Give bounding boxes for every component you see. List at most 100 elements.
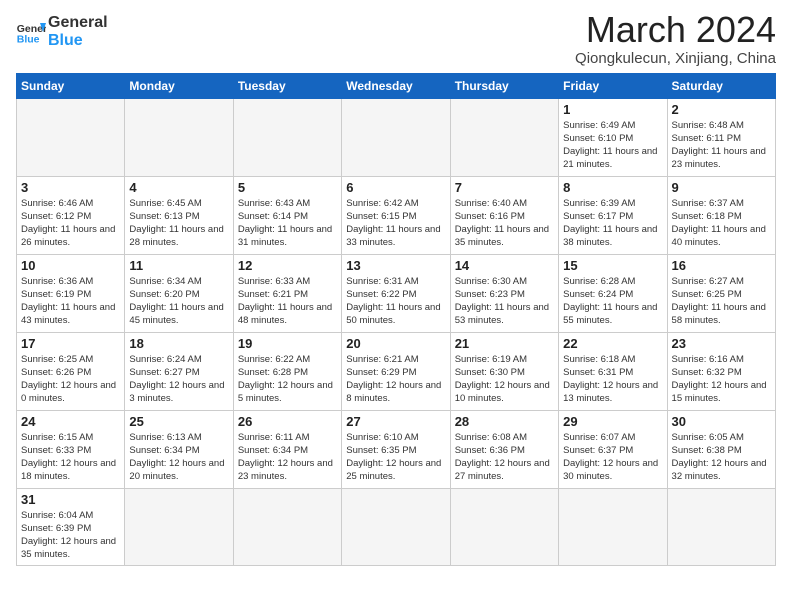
calendar-cell: 1 Sunrise: 6:49 AM Sunset: 6:10 PM Daylig… bbox=[559, 98, 667, 176]
day-info: Sunrise: 6:46 AM Sunset: 6:12 PM Dayligh… bbox=[21, 197, 120, 250]
weekday-header: Saturday bbox=[667, 73, 775, 98]
day-number: 21 bbox=[455, 336, 554, 351]
day-info: Sunrise: 6:48 AM Sunset: 6:11 PM Dayligh… bbox=[672, 119, 771, 172]
calendar-cell: 14 Sunrise: 6:30 AM Sunset: 6:23 PM Dayli… bbox=[450, 254, 558, 332]
calendar-cell bbox=[233, 488, 341, 565]
calendar-cell: 22Sunrise: 6:18 AM Sunset: 6:31 PM Dayli… bbox=[559, 332, 667, 410]
calendar-cell: 8 Sunrise: 6:39 AM Sunset: 6:17 PM Daylig… bbox=[559, 176, 667, 254]
day-number: 11 bbox=[129, 258, 228, 273]
calendar-cell bbox=[450, 488, 558, 565]
calendar-cell: 3 Sunrise: 6:46 AM Sunset: 6:12 PM Daylig… bbox=[17, 176, 125, 254]
day-info: Sunrise: 6:36 AM Sunset: 6:19 PM Dayligh… bbox=[21, 275, 120, 328]
day-number: 4 bbox=[129, 180, 228, 195]
calendar-cell bbox=[125, 488, 233, 565]
month-title: March 2024 bbox=[575, 10, 776, 50]
day-info: Sunrise: 6:45 AM Sunset: 6:13 PM Dayligh… bbox=[129, 197, 228, 250]
day-info: Sunrise: 6:15 AM Sunset: 6:33 PM Dayligh… bbox=[21, 431, 120, 484]
calendar-cell: 7Sunrise: 6:40 AM Sunset: 6:16 PM Daylig… bbox=[450, 176, 558, 254]
day-number: 19 bbox=[238, 336, 337, 351]
day-info: Sunrise: 6:33 AM Sunset: 6:21 PM Dayligh… bbox=[238, 275, 337, 328]
calendar-cell: 13Sunrise: 6:31 AM Sunset: 6:22 PM Dayli… bbox=[342, 254, 450, 332]
day-info: Sunrise: 6:07 AM Sunset: 6:37 PM Dayligh… bbox=[563, 431, 662, 484]
weekday-header: Wednesday bbox=[342, 73, 450, 98]
day-number: 20 bbox=[346, 336, 445, 351]
day-number: 8 bbox=[563, 180, 662, 195]
day-info: Sunrise: 6:42 AM Sunset: 6:15 PM Dayligh… bbox=[346, 197, 445, 250]
day-number: 13 bbox=[346, 258, 445, 273]
calendar-cell: 19 Sunrise: 6:22 AM Sunset: 6:28 PM Dayli… bbox=[233, 332, 341, 410]
day-info: Sunrise: 6:40 AM Sunset: 6:16 PM Dayligh… bbox=[455, 197, 554, 250]
day-info: Sunrise: 6:27 AM Sunset: 6:25 PM Dayligh… bbox=[672, 275, 771, 328]
day-info: Sunrise: 6:22 AM Sunset: 6:28 PM Dayligh… bbox=[238, 353, 337, 406]
day-number: 31 bbox=[21, 492, 120, 507]
weekday-header: Sunday bbox=[17, 73, 125, 98]
day-info: Sunrise: 6:25 AM Sunset: 6:26 PM Dayligh… bbox=[21, 353, 120, 406]
location: Qiongkulecun, Xinjiang, China bbox=[575, 50, 776, 67]
day-info: Sunrise: 6:05 AM Sunset: 6:38 PM Dayligh… bbox=[672, 431, 771, 484]
calendar-cell: 23 Sunrise: 6:16 AM Sunset: 6:32 PM Dayli… bbox=[667, 332, 775, 410]
day-info: Sunrise: 6:08 AM Sunset: 6:36 PM Dayligh… bbox=[455, 431, 554, 484]
calendar-cell: 10 Sunrise: 6:36 AM Sunset: 6:19 PM Dayli… bbox=[17, 254, 125, 332]
day-number: 5 bbox=[238, 180, 337, 195]
calendar-cell: 29 Sunrise: 6:07 AM Sunset: 6:37 PM Dayli… bbox=[559, 410, 667, 488]
day-number: 9 bbox=[672, 180, 771, 195]
calendar-cell: 31Sunrise: 6:04 AM Sunset: 6:39 PM Dayli… bbox=[17, 488, 125, 565]
calendar-cell: 27Sunrise: 6:10 AM Sunset: 6:35 PM Dayli… bbox=[342, 410, 450, 488]
weekday-header: Tuesday bbox=[233, 73, 341, 98]
calendar-cell: 25 Sunrise: 6:13 AM Sunset: 6:34 PM Dayli… bbox=[125, 410, 233, 488]
day-info: Sunrise: 6:10 AM Sunset: 6:35 PM Dayligh… bbox=[346, 431, 445, 484]
day-number: 25 bbox=[129, 414, 228, 429]
day-info: Sunrise: 6:43 AM Sunset: 6:14 PM Dayligh… bbox=[238, 197, 337, 250]
calendar-cell bbox=[342, 488, 450, 565]
day-info: Sunrise: 6:34 AM Sunset: 6:20 PM Dayligh… bbox=[129, 275, 228, 328]
day-info: Sunrise: 6:11 AM Sunset: 6:34 PM Dayligh… bbox=[238, 431, 337, 484]
calendar-cell: 4 Sunrise: 6:45 AM Sunset: 6:13 PM Daylig… bbox=[125, 176, 233, 254]
day-info: Sunrise: 6:49 AM Sunset: 6:10 PM Dayligh… bbox=[563, 119, 662, 172]
day-number: 29 bbox=[563, 414, 662, 429]
day-number: 2 bbox=[672, 102, 771, 117]
day-info: Sunrise: 6:37 AM Sunset: 6:18 PM Dayligh… bbox=[672, 197, 771, 250]
calendar-cell: 30 Sunrise: 6:05 AM Sunset: 6:38 PM Dayli… bbox=[667, 410, 775, 488]
calendar-cell: 9 Sunrise: 6:37 AM Sunset: 6:18 PM Daylig… bbox=[667, 176, 775, 254]
day-info: Sunrise: 6:28 AM Sunset: 6:24 PM Dayligh… bbox=[563, 275, 662, 328]
day-info: Sunrise: 6:13 AM Sunset: 6:34 PM Dayligh… bbox=[129, 431, 228, 484]
calendar-cell: 18 Sunrise: 6:24 AM Sunset: 6:27 PM Dayli… bbox=[125, 332, 233, 410]
day-number: 22 bbox=[563, 336, 662, 351]
day-info: Sunrise: 6:24 AM Sunset: 6:27 PM Dayligh… bbox=[129, 353, 228, 406]
day-number: 15 bbox=[563, 258, 662, 273]
calendar: SundayMondayTuesdayWednesdayThursdayFrid… bbox=[16, 73, 776, 566]
calendar-cell: 28Sunrise: 6:08 AM Sunset: 6:36 PM Dayli… bbox=[450, 410, 558, 488]
calendar-cell bbox=[342, 98, 450, 176]
weekday-header: Monday bbox=[125, 73, 233, 98]
day-info: Sunrise: 6:16 AM Sunset: 6:32 PM Dayligh… bbox=[672, 353, 771, 406]
svg-text:Blue: Blue bbox=[17, 33, 40, 45]
day-info: Sunrise: 6:19 AM Sunset: 6:30 PM Dayligh… bbox=[455, 353, 554, 406]
calendar-cell: 2 Sunrise: 6:48 AM Sunset: 6:11 PM Daylig… bbox=[667, 98, 775, 176]
day-number: 10 bbox=[21, 258, 120, 273]
calendar-cell: 15 Sunrise: 6:28 AM Sunset: 6:24 PM Dayli… bbox=[559, 254, 667, 332]
day-number: 30 bbox=[672, 414, 771, 429]
calendar-cell bbox=[667, 488, 775, 565]
logo-blue-text: Blue bbox=[48, 32, 108, 50]
day-info: Sunrise: 6:39 AM Sunset: 6:17 PM Dayligh… bbox=[563, 197, 662, 250]
calendar-cell bbox=[125, 98, 233, 176]
logo-general-text: General bbox=[48, 14, 108, 32]
calendar-cell: 6 Sunrise: 6:42 AM Sunset: 6:15 PM Daylig… bbox=[342, 176, 450, 254]
day-number: 14 bbox=[455, 258, 554, 273]
page: General Blue General Blue March 2024 Qio… bbox=[0, 0, 792, 576]
day-number: 6 bbox=[346, 180, 445, 195]
header: General Blue General Blue March 2024 Qio… bbox=[16, 10, 776, 67]
calendar-cell bbox=[450, 98, 558, 176]
day-number: 16 bbox=[672, 258, 771, 273]
day-number: 23 bbox=[672, 336, 771, 351]
day-number: 26 bbox=[238, 414, 337, 429]
day-number: 18 bbox=[129, 336, 228, 351]
calendar-cell bbox=[559, 488, 667, 565]
logo-icon: General Blue bbox=[16, 17, 46, 47]
day-number: 24 bbox=[21, 414, 120, 429]
calendar-cell: 16 Sunrise: 6:27 AM Sunset: 6:25 PM Dayli… bbox=[667, 254, 775, 332]
day-info: Sunrise: 6:30 AM Sunset: 6:23 PM Dayligh… bbox=[455, 275, 554, 328]
day-number: 12 bbox=[238, 258, 337, 273]
day-number: 1 bbox=[563, 102, 662, 117]
day-number: 3 bbox=[21, 180, 120, 195]
